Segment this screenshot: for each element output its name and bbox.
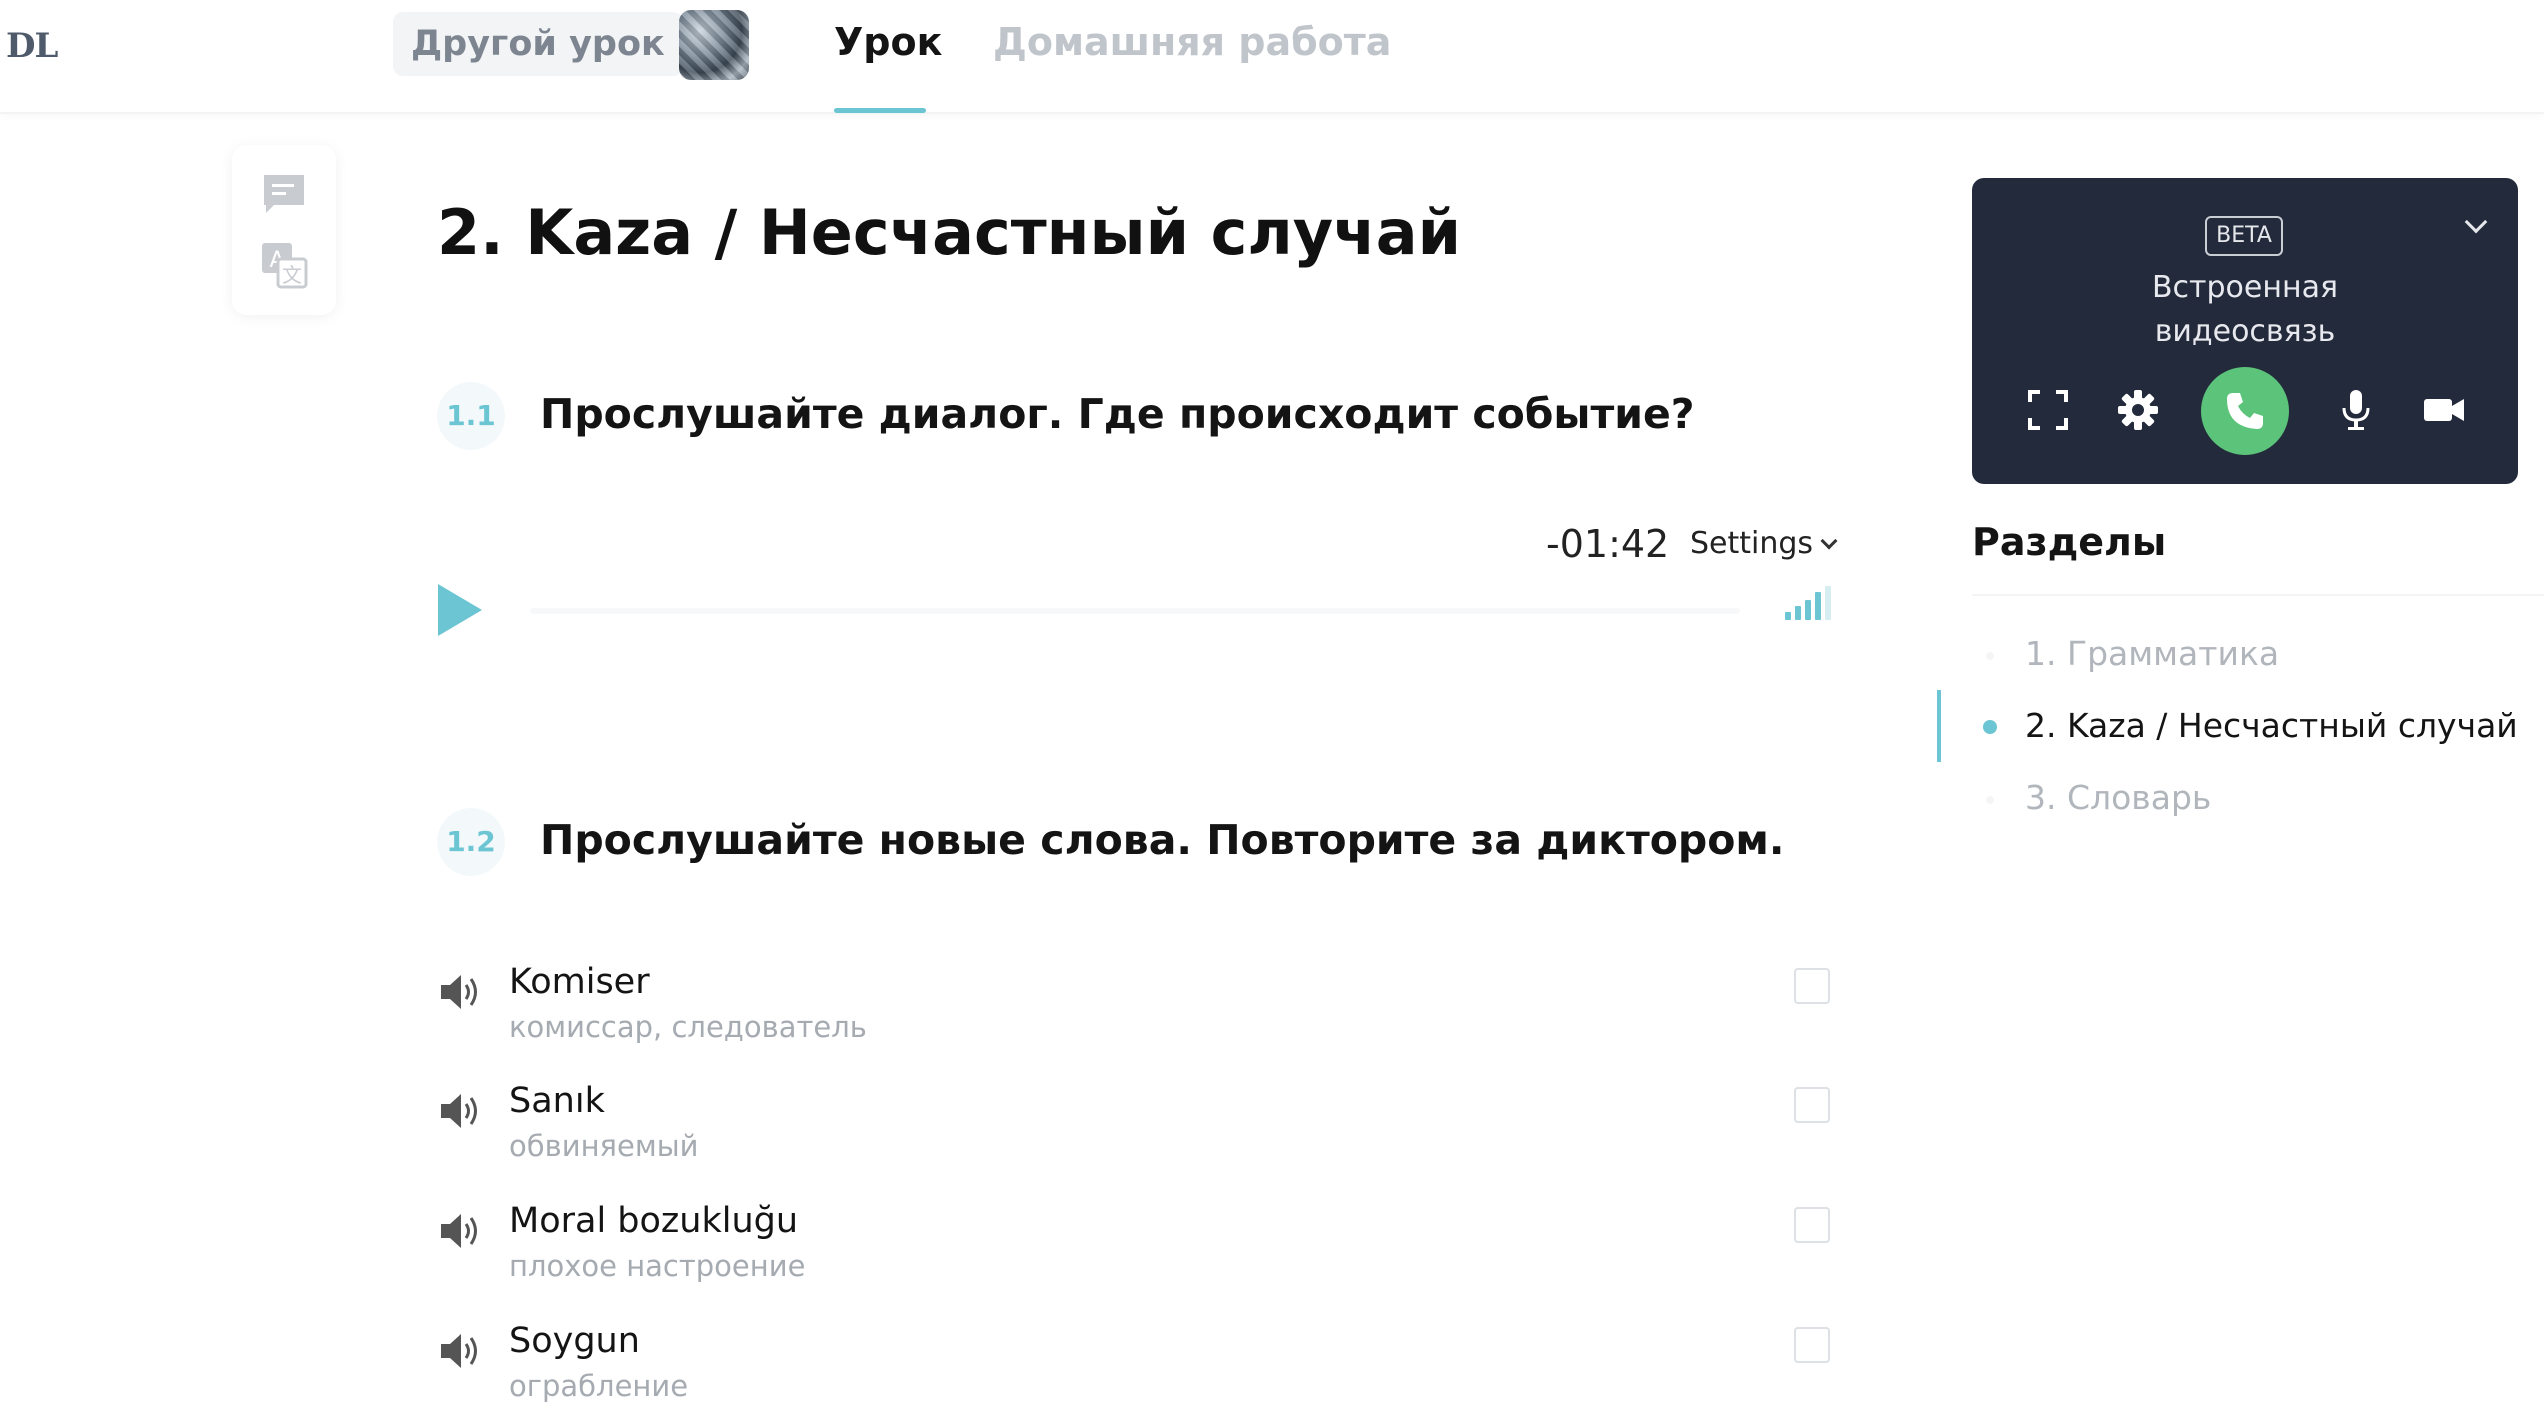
phone-icon (2227, 393, 2263, 429)
word-translation: комиссар, следователь (509, 1010, 867, 1044)
sections-title: Разделы (1972, 520, 2167, 564)
sidebar-item-kaza[interactable]: 2. Kaza / Несчастный случай (2025, 706, 2518, 745)
volume-icon[interactable] (1785, 584, 1837, 620)
word-translation: ограбление (509, 1369, 689, 1403)
section-dot (1986, 652, 1994, 660)
active-section-bar (1937, 690, 1941, 762)
list-item: Komiser комиссар, следователь (437, 962, 1837, 1072)
sidebar-item-dictionary[interactable]: 3. Словарь (2025, 778, 2211, 817)
tools-panel: A 文 (232, 145, 336, 315)
call-button[interactable] (2201, 367, 2289, 455)
play-icon[interactable] (438, 584, 482, 636)
tab-homework[interactable]: Домашняя работа (993, 20, 1391, 64)
player-progress-track[interactable] (530, 608, 1740, 614)
word-text: Soygun (509, 1321, 640, 1361)
beta-badge: BETA (2205, 216, 2283, 256)
speaker-icon[interactable] (439, 1211, 483, 1251)
svg-text:文: 文 (282, 263, 302, 287)
section-title: Прослушайте новые слова. Повторите за ди… (540, 816, 1785, 864)
other-lesson-button[interactable]: Другой урок (393, 12, 683, 76)
word-text: Sanık (509, 1081, 605, 1121)
word-translation: плохое настроение (509, 1249, 806, 1283)
video-call-widget: BETA Встроенная видеосвязь (1972, 178, 2518, 484)
settings-label: Settings (1690, 526, 1814, 561)
section-title: Прослушайте диалог. Где происходит событ… (540, 390, 1695, 438)
comment-icon[interactable] (260, 171, 308, 219)
video-title-line: видеосвязь (2154, 314, 2336, 349)
video-title-line: Встроенная (2151, 270, 2339, 305)
top-bar: DL Другой урок Урок Домашняя работа (0, 0, 2544, 114)
lesson-thumbnail[interactable] (679, 10, 749, 80)
camera-icon[interactable] (2422, 388, 2466, 432)
divider (1972, 594, 2544, 596)
active-section-dot (1983, 720, 1997, 734)
logo[interactable]: DL (6, 26, 58, 66)
section-dot (1986, 796, 1994, 804)
word-translation: обвиняемый (509, 1129, 699, 1163)
page-title: 2. Kaza / Несчастный случай (437, 196, 1462, 269)
microphone-icon[interactable] (2334, 388, 2378, 432)
chevron-down-icon[interactable] (2464, 210, 2488, 234)
section-number-badge: 1.1 (437, 382, 505, 450)
word-checkbox[interactable] (1794, 1207, 1830, 1243)
fullscreen-icon[interactable] (2026, 388, 2070, 432)
gear-icon[interactable] (2116, 388, 2160, 432)
video-widget-title: Встроенная видеосвязь (1972, 266, 2518, 354)
word-checkbox[interactable] (1794, 1327, 1830, 1363)
tab-active-indicator (834, 108, 926, 113)
word-checkbox[interactable] (1794, 1087, 1830, 1123)
word-checkbox[interactable] (1794, 968, 1830, 1004)
word-text: Moral bozukluğu (509, 1201, 799, 1241)
sidebar-item-grammar[interactable]: 1. Грамматика (2025, 634, 2279, 673)
translate-icon[interactable]: A 文 (260, 241, 308, 289)
list-item: Soygun ограбление (437, 1321, 1837, 1422)
tab-lesson[interactable]: Урок (834, 20, 942, 64)
speaker-icon[interactable] (439, 972, 483, 1012)
list-item: Sanık обвиняемый (437, 1081, 1837, 1191)
list-item: Moral bozukluğu плохое настроение (437, 1201, 1837, 1311)
chevron-down-icon (1820, 532, 1838, 550)
speaker-icon[interactable] (439, 1091, 483, 1131)
section-number-badge: 1.2 (437, 808, 505, 876)
player-settings-button[interactable]: Settings (1690, 526, 1838, 561)
speaker-icon[interactable] (439, 1331, 483, 1371)
word-text: Komiser (509, 962, 650, 1002)
player-time: -01:42 (1546, 522, 1670, 566)
